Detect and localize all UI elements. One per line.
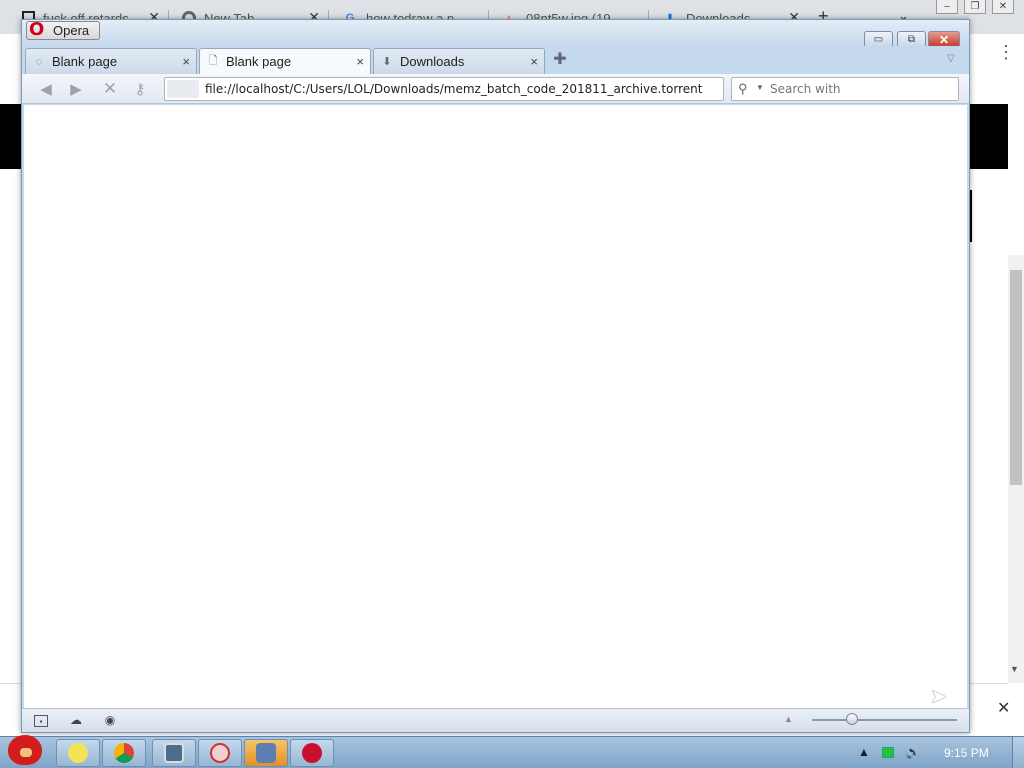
tab-close-icon[interactable]: ×: [182, 54, 190, 69]
opera-status-bar: ▪ ☁ ◉ ▲: [22, 708, 969, 732]
opera-logo-icon: O: [29, 19, 45, 40]
close-icon: ✕: [938, 32, 950, 47]
network-icon[interactable]: [881, 746, 894, 758]
tab-title: Blank page: [226, 54, 292, 69]
clock[interactable]: 9:15 PM: [944, 746, 989, 760]
taskbar-button[interactable]: [198, 739, 242, 767]
mouse-cursor-icon: ➤: [930, 686, 947, 708]
search-engine-dropdown-icon[interactable]: ▼: [756, 83, 764, 92]
tab-title: Blank page: [52, 54, 118, 69]
zoom-slider[interactable]: [812, 719, 957, 721]
tab-downloads[interactable]: ⬇ Downloads ×: [373, 48, 545, 74]
zoom-slider-knob[interactable]: [846, 713, 858, 725]
key-icon[interactable]: ⚷: [130, 79, 150, 99]
tab-blank-page-loading[interactable]: ◌ Blank page ×: [25, 48, 197, 74]
tab-close-icon[interactable]: ×: [530, 54, 538, 69]
page-icon: 🗋: [208, 55, 218, 67]
show-desktop-button[interactable]: [1012, 737, 1024, 768]
forward-arrow-icon[interactable]: ▶: [66, 79, 86, 99]
panel-toggle-icon[interactable]: ▪: [34, 715, 48, 727]
address-input[interactable]: [205, 78, 715, 100]
scroll-down-arrow-icon[interactable]: ▼: [1010, 664, 1019, 674]
lightbulb-icon: [68, 743, 88, 763]
search-input[interactable]: [770, 78, 955, 100]
opera-unite-icon[interactable]: ☁: [68, 713, 84, 727]
opera-window: O Opera ▭ ⧉ ✕ ◌ Blank page × 🗋 Blank pag…: [21, 19, 970, 733]
tab-title: Downloads: [400, 54, 465, 69]
minimize-icon: ▭: [873, 34, 884, 45]
network-people-icon: [256, 743, 276, 763]
kebab-menu-icon[interactable]: ⋮: [997, 42, 1015, 63]
start-button[interactable]: [2, 731, 48, 768]
tab-blank-page-active[interactable]: 🗋 Blank page ×: [199, 48, 371, 74]
monitor-icon: [164, 743, 184, 763]
taskbar: ▲ 🔊 9:15 PM: [0, 735, 1024, 768]
opera-navigation-toolbar: ◀ ▶ ✕ ⚷ ⚲ ▼: [22, 74, 969, 104]
opera-titlebar[interactable]: O Opera ▭ ⧉ ✕: [22, 19, 969, 48]
back-arrow-icon[interactable]: ◀: [36, 79, 56, 99]
taskbar-button[interactable]: [244, 739, 288, 767]
search-icon: ⚲: [738, 81, 748, 96]
paint-icon: [210, 743, 230, 763]
background-window-controls: – ❐ ✕: [936, 0, 1014, 14]
close-icon[interactable]: ✕: [992, 0, 1014, 14]
opera-icon: [302, 743, 322, 763]
page-content-area[interactable]: [24, 105, 967, 708]
opera-tab-bar: ◌ Blank page × 🗋 Blank page × ⬇ Download…: [22, 46, 969, 74]
taskbar-button[interactable]: [102, 739, 146, 767]
opera-menu-button[interactable]: O Opera: [26, 19, 101, 40]
minimize-icon[interactable]: –: [936, 0, 958, 14]
taskbar-button[interactable]: [56, 739, 100, 767]
address-bar[interactable]: [164, 77, 724, 101]
opera-menu-label: Opera: [53, 23, 90, 38]
show-hidden-icons-icon[interactable]: ▲: [858, 745, 870, 759]
angry-bird-icon: [8, 735, 42, 765]
chrome-icon: [114, 743, 134, 763]
downloads-icon: ⬇: [382, 56, 392, 68]
system-tray: ▲ 🔊: [858, 745, 921, 759]
loading-icon: ◌: [35, 55, 43, 68]
turbo-icon[interactable]: ◉: [102, 713, 118, 727]
tab-list-chevron-icon[interactable]: ▽: [947, 53, 955, 64]
tab-close-icon[interactable]: ×: [356, 54, 364, 69]
zoom-triangle-icon[interactable]: ▲: [784, 714, 793, 724]
search-box[interactable]: ⚲ ▼: [731, 77, 959, 101]
close-icon[interactable]: ✕: [997, 698, 1010, 718]
site-badge[interactable]: [167, 80, 199, 98]
new-tab-plus-icon[interactable]: ✚: [552, 51, 568, 68]
background-scrollbar-thumb[interactable]: [1010, 270, 1022, 485]
restore-icon[interactable]: ❐: [964, 0, 986, 14]
maximize-icon: ⧉: [907, 34, 916, 45]
taskbar-button-opera[interactable]: [290, 739, 334, 767]
stop-loading-icon[interactable]: ✕: [100, 79, 120, 99]
volume-icon[interactable]: 🔊: [906, 745, 921, 759]
taskbar-button[interactable]: [152, 739, 196, 767]
